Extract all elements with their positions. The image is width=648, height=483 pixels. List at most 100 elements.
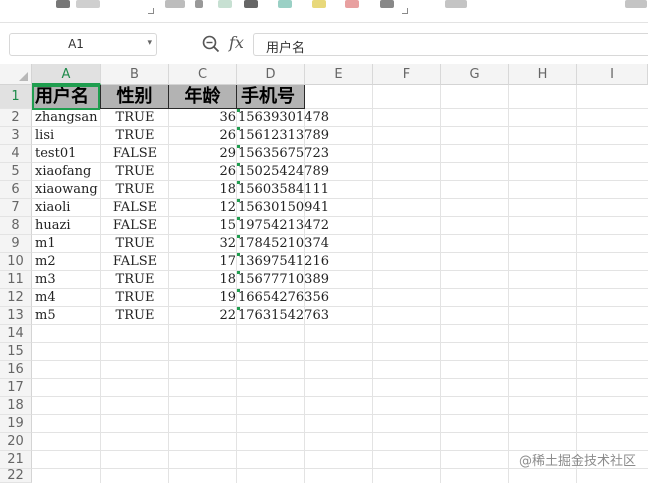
row-header-7[interactable]: 7 xyxy=(0,199,32,217)
cell-d12[interactable]: 16654276356 xyxy=(235,289,329,307)
column-header-f[interactable]: F xyxy=(373,64,441,85)
row-header-15[interactable]: 15 xyxy=(0,343,32,361)
column-header-h[interactable]: H xyxy=(509,64,577,85)
cell-b6[interactable]: TRUE xyxy=(101,181,169,199)
header-cell-b1[interactable]: 性别 xyxy=(101,85,169,109)
cell-d9[interactable]: 17845210374 xyxy=(235,235,329,253)
cell-b5[interactable]: TRUE xyxy=(101,163,169,181)
cell-c13[interactable]: 22 xyxy=(169,307,237,325)
cell-c7[interactable]: 12 xyxy=(169,199,237,217)
row-header-12[interactable]: 12 xyxy=(0,289,32,307)
cell-c5[interactable]: 26 xyxy=(169,163,237,181)
cell-c4[interactable]: 29 xyxy=(169,145,237,163)
toolbar-button[interactable] xyxy=(218,0,232,8)
dialog-launcher-icon[interactable] xyxy=(148,8,154,14)
cell-a10[interactable]: m2 xyxy=(32,253,101,271)
cell-b11[interactable]: TRUE xyxy=(101,271,169,289)
cell-b2[interactable]: TRUE xyxy=(101,109,169,127)
column-header-a[interactable]: A xyxy=(32,64,101,85)
dialog-launcher-icon[interactable] xyxy=(402,8,408,14)
row-header-10[interactable]: 10 xyxy=(0,253,32,271)
cell-d11[interactable]: 15677710389 xyxy=(235,271,329,289)
toolbar-button[interactable] xyxy=(312,0,326,8)
row-header-9[interactable]: 9 xyxy=(0,235,32,253)
row-header-21[interactable]: 21 xyxy=(0,451,32,469)
chevron-down-icon[interactable]: ▾ xyxy=(147,38,152,48)
cell-d5[interactable]: 15025424789 xyxy=(235,163,329,181)
toolbar-button[interactable] xyxy=(56,0,70,8)
row-header-22[interactable]: 22 xyxy=(0,469,32,483)
header-cell-d1[interactable]: 手机号 xyxy=(237,85,305,109)
toolbar-button[interactable] xyxy=(445,0,467,8)
cell-a11[interactable]: m3 xyxy=(32,271,101,289)
toolbar-button[interactable] xyxy=(195,0,203,8)
cell-c10[interactable]: 17 xyxy=(169,253,237,271)
row-header-6[interactable]: 6 xyxy=(0,181,32,199)
column-header-d[interactable]: D xyxy=(237,64,305,85)
cell-b10[interactable]: FALSE xyxy=(101,253,169,271)
column-header-g[interactable]: G xyxy=(441,64,509,85)
row-header-5[interactable]: 5 xyxy=(0,163,32,181)
cell-b7[interactable]: FALSE xyxy=(101,199,169,217)
cell-c3[interactable]: 26 xyxy=(169,127,237,145)
cell-b8[interactable]: FALSE xyxy=(101,217,169,235)
row-header-17[interactable]: 17 xyxy=(0,379,32,397)
cell-a9[interactable]: m1 xyxy=(32,235,101,253)
cell-c6[interactable]: 18 xyxy=(169,181,237,199)
cell-c12[interactable]: 19 xyxy=(169,289,237,307)
zoom-icon[interactable] xyxy=(201,34,221,54)
cell-a12[interactable]: m4 xyxy=(32,289,101,307)
toolbar-button[interactable] xyxy=(625,0,647,8)
cell-b13[interactable]: TRUE xyxy=(101,307,169,325)
cell-a8[interactable]: huazi xyxy=(32,217,101,235)
row-header-11[interactable]: 11 xyxy=(0,271,32,289)
row-header-3[interactable]: 3 xyxy=(0,127,32,145)
column-header-b[interactable]: B xyxy=(101,64,169,85)
cell-d10[interactable]: 13697541216 xyxy=(235,253,329,271)
cell-a5[interactable]: xiaofang xyxy=(32,163,101,181)
cell-area[interactable]: 用户名 性别 年龄 手机号 zhangsan TRUE 36 15639301478 lisi T… xyxy=(32,85,648,483)
cell-d13[interactable]: 17631542763 xyxy=(235,307,329,325)
column-header-i[interactable]: I xyxy=(577,64,648,85)
cell-c8[interactable]: 15 xyxy=(169,217,237,235)
cell-c9[interactable]: 32 xyxy=(169,235,237,253)
cell-a13[interactable]: m5 xyxy=(32,307,101,325)
select-all-corner[interactable] xyxy=(0,64,32,85)
column-header-e[interactable]: E xyxy=(305,64,373,85)
cell-b4[interactable]: FALSE xyxy=(101,145,169,163)
column-header-c[interactable]: C xyxy=(169,64,237,85)
formula-input[interactable]: 用户名 xyxy=(253,33,648,56)
row-header-4[interactable]: 4 xyxy=(0,145,32,163)
header-cell-c1[interactable]: 年龄 xyxy=(169,85,237,109)
cell-d7[interactable]: 15630150941 xyxy=(235,199,329,217)
name-box[interactable]: A1 ▾ xyxy=(9,33,157,56)
cell-a6[interactable]: xiaowang xyxy=(32,181,101,199)
cell-d8[interactable]: 19754213472 xyxy=(235,217,329,235)
cell-a2[interactable]: zhangsan xyxy=(32,109,101,127)
row-header-13[interactable]: 13 xyxy=(0,307,32,325)
cell-b9[interactable]: TRUE xyxy=(101,235,169,253)
toolbar-button[interactable] xyxy=(76,0,100,8)
row-header-16[interactable]: 16 xyxy=(0,361,32,379)
cell-b3[interactable]: TRUE xyxy=(101,127,169,145)
cell-b12[interactable]: TRUE xyxy=(101,289,169,307)
toolbar-button[interactable] xyxy=(165,0,185,8)
row-header-2[interactable]: 2 xyxy=(0,109,32,127)
row-header-18[interactable]: 18 xyxy=(0,397,32,415)
toolbar-button[interactable] xyxy=(244,0,258,8)
cell-d3[interactable]: 15612313789 xyxy=(235,127,329,145)
cell-d4[interactable]: 15635675723 xyxy=(235,145,329,163)
cell-a7[interactable]: xiaoli xyxy=(32,199,101,217)
cell-a3[interactable]: lisi xyxy=(32,127,101,145)
row-header-14[interactable]: 14 xyxy=(0,325,32,343)
row-header-20[interactable]: 20 xyxy=(0,433,32,451)
row-header-1[interactable]: 1 xyxy=(0,85,32,109)
row-header-19[interactable]: 19 xyxy=(0,415,32,433)
fx-icon[interactable]: fx xyxy=(229,33,244,52)
cell-a4[interactable]: test01 xyxy=(32,145,101,163)
cell-d2[interactable]: 15639301478 xyxy=(235,109,329,127)
cell-c2[interactable]: 36 xyxy=(169,109,237,127)
cell-c11[interactable]: 18 xyxy=(169,271,237,289)
cell-d6[interactable]: 15603584111 xyxy=(235,181,329,199)
toolbar-button[interactable] xyxy=(380,0,394,8)
